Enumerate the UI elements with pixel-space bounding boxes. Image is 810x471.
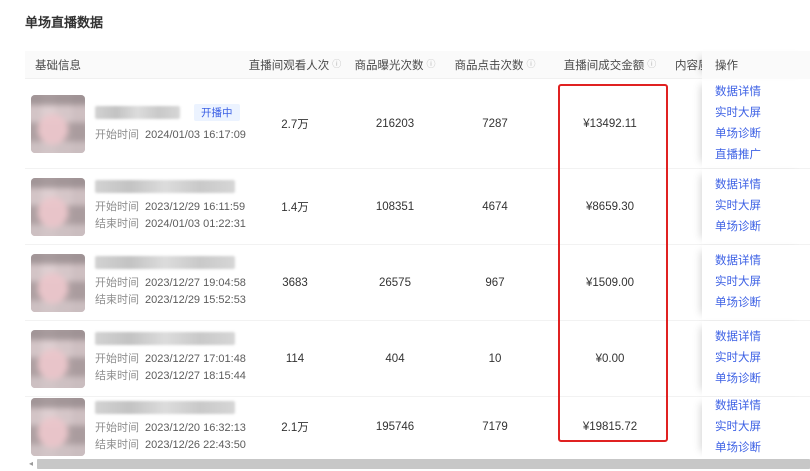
col-clicks: 商品点击次数 ⓘ (445, 57, 545, 73)
col-clicks-label: 商品点击次数 (454, 57, 523, 73)
info-icon[interactable]: ⓘ (647, 60, 656, 69)
blurred-image (31, 178, 85, 236)
col-gmv-label: 直播间成交金额 (564, 57, 645, 73)
clicks-value: 967 (445, 277, 545, 289)
gmv-value: ¥19815.72 (545, 421, 675, 433)
exposures-value: 216203 (345, 118, 445, 130)
gmv-value: ¥1509.00 (545, 277, 675, 289)
col-viewers-label: 直播间观看人次 (249, 57, 330, 73)
exposures-value: 26575 (345, 277, 445, 289)
table-row: 开始时间2023/12/27 19:04:58 结束时间2023/12/29 1… (25, 245, 810, 321)
end-time-line: 结束时间2024/01/03 01:22:31 (95, 216, 245, 233)
blurred-stream-title (95, 401, 235, 414)
viewers-value: 3683 (245, 277, 345, 289)
actions-cell: 数据详情 实时大屏 单场诊断 (702, 169, 810, 244)
gmv-value: ¥8659.30 (545, 201, 675, 213)
table-header-row: 基础信息 直播间观看人次 ⓘ 商品曝光次数 ⓘ 商品点击次数 ⓘ 直播间成交金额… (25, 51, 810, 79)
horizontal-scrollbar: ◂ (25, 458, 810, 470)
viewers-value: 2.7万 (245, 116, 345, 132)
col-basic-info: 基础信息 (25, 57, 245, 73)
end-time-line: 结束时间2023/12/29 15:52:53 (95, 292, 245, 309)
clicks-value: 4674 (445, 201, 545, 213)
action-session-diagnosis[interactable]: 单场诊断 (715, 369, 810, 390)
exposures-value: 195746 (345, 421, 445, 433)
start-time-line: 开始时间2023/12/20 16:32:13 (95, 420, 245, 437)
action-data-detail[interactable]: 数据详情 (715, 82, 810, 103)
action-realtime-screen[interactable]: 实时大屏 (715, 417, 810, 438)
table-row: 开始时间2023/12/20 16:32:13 结束时间2023/12/26 2… (25, 397, 810, 457)
start-time-line: 开始时间2023/12/27 17:01:48 (95, 351, 245, 368)
gmv-value: ¥13492.11 (545, 118, 675, 130)
actions-cell: 数据详情 实时大屏 单场诊断 (702, 245, 810, 320)
scrollbar-thumb[interactable] (37, 459, 810, 469)
live-status-badge: 开播中 (194, 104, 240, 121)
stream-thumbnail (31, 330, 85, 388)
basic-info-cell: 开播中 开始时间2024/01/03 16:17:09 (25, 95, 245, 153)
action-data-detail[interactable]: 数据详情 (715, 175, 810, 196)
action-live-promotion[interactable]: 直播推广 (715, 145, 810, 166)
action-data-detail[interactable]: 数据详情 (715, 251, 810, 272)
col-gmv: 直播间成交金额 ⓘ (545, 57, 675, 73)
blurred-image (31, 330, 85, 388)
action-session-diagnosis[interactable]: 单场诊断 (715, 217, 810, 238)
col-viewers: 直播间观看人次 ⓘ (245, 57, 345, 73)
table-row: 开始时间2023/12/27 17:01:48 结束时间2023/12/27 1… (25, 321, 810, 397)
basic-info-cell: 开始时间2023/12/20 16:32:13 结束时间2023/12/26 2… (25, 398, 245, 456)
start-time-line: 开始时间2023/12/29 16:11:59 (95, 199, 245, 216)
end-time-line: 结束时间2023/12/27 18:15:44 (95, 368, 245, 385)
live-data-page: 单场直播数据 基础信息 直播间观看人次 ⓘ 商品曝光次数 ⓘ 商品点击次数 ⓘ … (0, 0, 810, 471)
page-title: 单场直播数据 (25, 12, 810, 31)
actions-cell: 数据详情 实时大屏 单场诊断 (702, 321, 810, 396)
stream-thumbnail (31, 95, 85, 153)
live-data-table: 基础信息 直播间观看人次 ⓘ 商品曝光次数 ⓘ 商品点击次数 ⓘ 直播间成交金额… (25, 51, 810, 470)
exposures-value: 108351 (345, 201, 445, 213)
col-exposures-label: 商品曝光次数 (354, 57, 423, 73)
clicks-value: 7287 (445, 118, 545, 130)
viewers-value: 2.1万 (245, 419, 345, 435)
exposures-value: 404 (345, 353, 445, 365)
info-icon[interactable]: ⓘ (526, 60, 535, 69)
start-time-line: 开始时间2024/01/03 16:17:09 (95, 127, 245, 144)
blurred-stream-title (95, 180, 235, 193)
action-realtime-screen[interactable]: 实时大屏 (715, 348, 810, 369)
stream-thumbnail (31, 398, 85, 456)
blurred-image (31, 95, 85, 153)
col-exposures: 商品曝光次数 ⓘ (345, 57, 445, 73)
action-data-detail[interactable]: 数据详情 (715, 397, 810, 417)
action-data-detail[interactable]: 数据详情 (715, 327, 810, 348)
viewers-value: 114 (245, 353, 345, 365)
clicks-value: 10 (445, 353, 545, 365)
basic-info-cell: 开始时间2023/12/27 17:01:48 结束时间2023/12/27 1… (25, 330, 245, 388)
table-row: 开始时间2023/12/29 16:11:59 结束时间2024/01/03 0… (25, 169, 810, 245)
scrollbar-track[interactable] (37, 459, 810, 469)
blurred-stream-title (95, 256, 235, 269)
action-realtime-screen[interactable]: 实时大屏 (715, 272, 810, 293)
clicks-value: 7179 (445, 421, 545, 433)
blurred-image (31, 254, 85, 312)
actions-cell: 数据详情 实时大屏 单场诊断 (702, 397, 810, 457)
end-time-line: 结束时间2023/12/26 22:43:50 (95, 437, 245, 454)
info-icon[interactable]: ⓘ (426, 60, 435, 69)
action-realtime-screen[interactable]: 实时大屏 (715, 196, 810, 217)
gmv-value: ¥0.00 (545, 353, 675, 365)
action-session-diagnosis[interactable]: 单场诊断 (715, 438, 810, 458)
blurred-stream-title (95, 332, 235, 345)
blurred-image (31, 398, 85, 456)
table-row: 开播中 开始时间2024/01/03 16:17:09 2.7万 216203 … (25, 79, 810, 169)
col-actions: 操作 (702, 51, 810, 79)
action-session-diagnosis[interactable]: 单场诊断 (715, 293, 810, 314)
viewers-value: 1.4万 (245, 199, 345, 215)
start-time-line: 开始时间2023/12/27 19:04:58 (95, 275, 245, 292)
basic-info-cell: 开始时间2023/12/29 16:11:59 结束时间2024/01/03 0… (25, 178, 245, 236)
action-realtime-screen[interactable]: 实时大屏 (715, 103, 810, 124)
stream-thumbnail (31, 178, 85, 236)
blurred-stream-title (95, 106, 180, 119)
info-icon[interactable]: ⓘ (332, 60, 341, 69)
basic-info-cell: 开始时间2023/12/27 19:04:58 结束时间2023/12/29 1… (25, 254, 245, 312)
action-session-diagnosis[interactable]: 单场诊断 (715, 124, 810, 145)
actions-cell: 数据详情 实时大屏 单场诊断 直播推广 (702, 79, 810, 168)
scroll-left-arrow-icon[interactable]: ◂ (25, 459, 37, 469)
stream-thumbnail (31, 254, 85, 312)
